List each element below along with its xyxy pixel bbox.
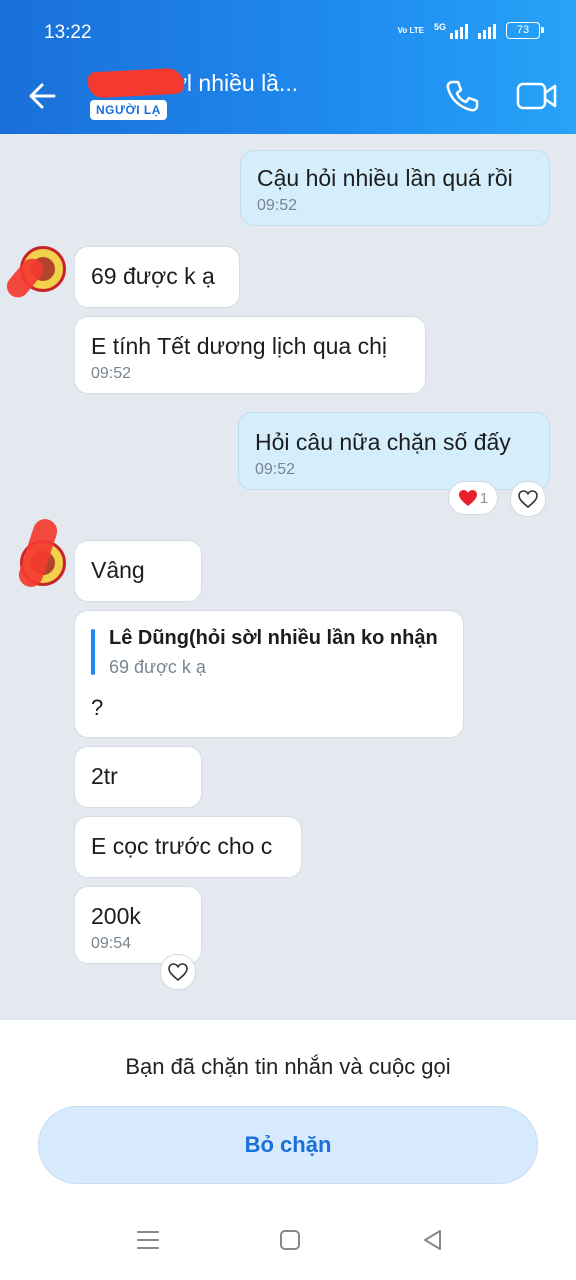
volte-icon: Vo LTE	[397, 26, 424, 35]
video-call-button[interactable]	[516, 80, 558, 112]
message-text: 69 được k ạ	[91, 263, 215, 289]
message-bubble-received[interactable]: 2tr	[74, 746, 202, 808]
status-time: 13:22	[44, 22, 92, 43]
quote-sender: Lê Dũng(hỏi sờl nhiều lần ko nhận	[109, 627, 438, 649]
message-bubble-received[interactable]: E tính Tết dương lịch qua chị 09:52	[74, 316, 426, 394]
react-button[interactable]	[510, 481, 546, 517]
reaction-summary[interactable]: 1	[448, 481, 498, 515]
chat-header: ng(hỏi sờl nhiều lầ... NGƯỜI LẠ	[0, 60, 576, 134]
back-button[interactable]	[22, 76, 66, 116]
redaction-mark	[87, 67, 185, 99]
status-icons: Vo LTE 5G 73	[397, 21, 544, 39]
blocked-footer: Bạn đã chặn tin nhắn và cuộc gọi Bỏ chặn	[0, 1020, 576, 1280]
unblock-button[interactable]: Bỏ chặn	[38, 1106, 538, 1184]
message-bubble-sent[interactable]: Cậu hỏi nhiều lần quá rồi 09:52	[240, 150, 550, 226]
stranger-badge: NGƯỜI LẠ	[90, 100, 167, 120]
message-text: E cọc trước cho c	[91, 833, 273, 859]
message-bubble-sent[interactable]: Hỏi câu nữa chặn số đấy 09:52	[238, 412, 550, 490]
message-time: 09:54	[91, 935, 132, 952]
phone-icon	[446, 80, 479, 112]
message-text: 2tr	[91, 763, 118, 789]
triangle-back-icon	[424, 1230, 441, 1250]
heart-outline-icon	[168, 963, 188, 981]
message-bubble-reply[interactable]: Lê Dũng(hỏi sờl nhiều lần ko nhận 69 đượ…	[74, 610, 464, 738]
network-5g-label: 5G	[433, 21, 446, 32]
signal-2-icon	[478, 23, 496, 39]
signal-icon	[450, 23, 468, 39]
status-bar: 13:22 Vo LTE 5G 73	[0, 0, 576, 60]
message-time: 09:52	[257, 197, 298, 214]
video-camera-icon	[516, 82, 557, 110]
message-text: Hỏi câu nữa chặn số đấy	[255, 429, 511, 455]
heart-outline-icon	[518, 490, 538, 508]
battery-icon: 73	[506, 22, 544, 39]
blocked-notice: Bạn đã chặn tin nhắn và cuộc gọi	[125, 1054, 451, 1079]
message-bubble-received[interactable]: 200k 09:54	[74, 886, 202, 964]
message-bubble-received[interactable]: 69 được k ạ	[74, 246, 240, 308]
heart-icon	[458, 490, 477, 506]
message-bubble-received[interactable]: Vâng	[74, 540, 202, 602]
message-text: Cậu hỏi nhiều lần quá rồi	[257, 165, 513, 191]
message-list[interactable]: Cậu hỏi nhiều lần quá rồi 09:52 69 được …	[0, 134, 576, 1020]
message-text: 200k	[91, 903, 141, 929]
battery-level: 73	[516, 24, 530, 36]
nav-menu-button[interactable]	[128, 1220, 168, 1260]
menu-icon	[137, 1231, 159, 1249]
nav-home-button[interactable]	[270, 1220, 310, 1260]
message-text: ?	[91, 695, 104, 720]
quote-bar	[91, 629, 95, 675]
call-button[interactable]	[444, 78, 480, 114]
message-text: Vâng	[91, 557, 145, 583]
arrow-left-icon	[29, 83, 56, 109]
nav-back-button[interactable]	[412, 1220, 452, 1260]
message-time: 09:52	[255, 461, 296, 478]
quote-text: 69 được k ạ	[109, 657, 206, 677]
reaction-count: 1	[479, 489, 489, 507]
react-button[interactable]	[160, 954, 196, 990]
message-text: E tính Tết dương lịch qua chị	[91, 333, 388, 359]
message-bubble-received[interactable]: E cọc trước cho c	[74, 816, 302, 878]
square-icon	[280, 1230, 300, 1250]
message-time: 09:52	[91, 365, 132, 382]
